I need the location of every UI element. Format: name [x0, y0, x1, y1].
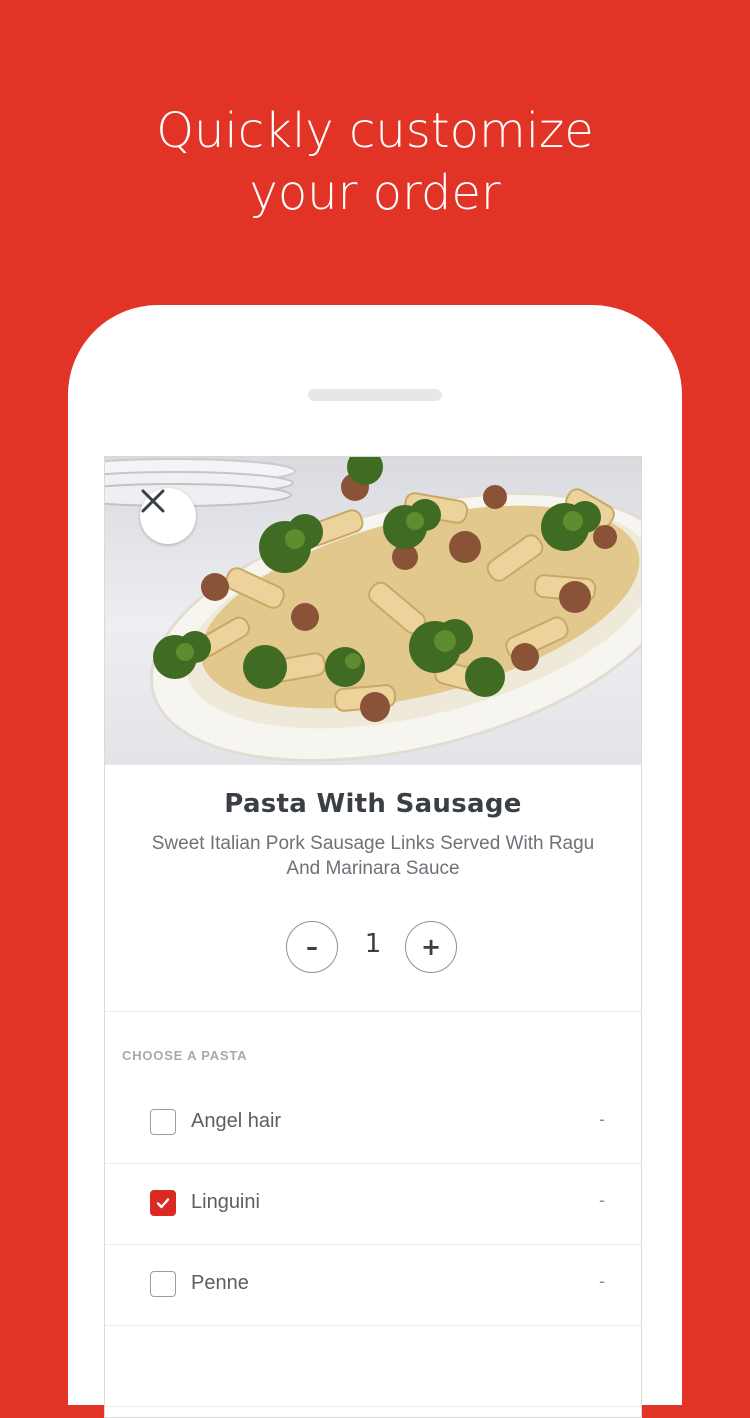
item-detail-screen: Pasta With Sausage Sweet Italian Pork Sa…: [104, 456, 642, 1418]
section-divider: [105, 1011, 641, 1012]
checkbox-penne[interactable]: [150, 1271, 176, 1297]
item-title: Pasta With Sausage: [224, 789, 522, 819]
option-next: [105, 1326, 641, 1407]
close-button[interactable]: [140, 488, 196, 544]
checkbox-linguini[interactable]: [150, 1190, 176, 1216]
item-description: Sweet Italian Pork Sausage Links Served …: [151, 833, 595, 879]
option-penne[interactable]: Penne -: [105, 1245, 641, 1326]
option-price: -: [599, 1190, 605, 1210]
dish-photo: [105, 457, 641, 765]
decrease-quantity-button[interactable]: –: [286, 921, 338, 973]
option-angel-hair[interactable]: Angel hair -: [105, 1083, 641, 1164]
increase-quantity-button[interactable]: +: [405, 921, 457, 973]
quantity-stepper: – 1 +: [105, 921, 641, 977]
quantity-value: 1: [364, 929, 382, 959]
headline-line-1: Quickly customize: [156, 103, 594, 159]
check-icon: [156, 1198, 170, 1209]
option-label: Linguini: [191, 1191, 260, 1213]
close-icon: [141, 489, 165, 513]
section-label: CHOOSE A PASTA: [122, 1048, 248, 1063]
option-price: -: [599, 1271, 605, 1291]
phone-frame: Pasta With Sausage Sweet Italian Pork Sa…: [68, 305, 682, 1418]
option-label: Penne: [191, 1272, 249, 1294]
headline: Quickly customize your order: [0, 100, 750, 224]
phone-speaker: [308, 389, 442, 401]
option-label: Angel hair: [191, 1110, 282, 1132]
option-price: -: [599, 1109, 605, 1129]
checkbox-angel-hair[interactable]: [150, 1109, 176, 1135]
option-linguini[interactable]: Linguini -: [105, 1164, 641, 1245]
headline-line-2: your order: [249, 165, 501, 221]
